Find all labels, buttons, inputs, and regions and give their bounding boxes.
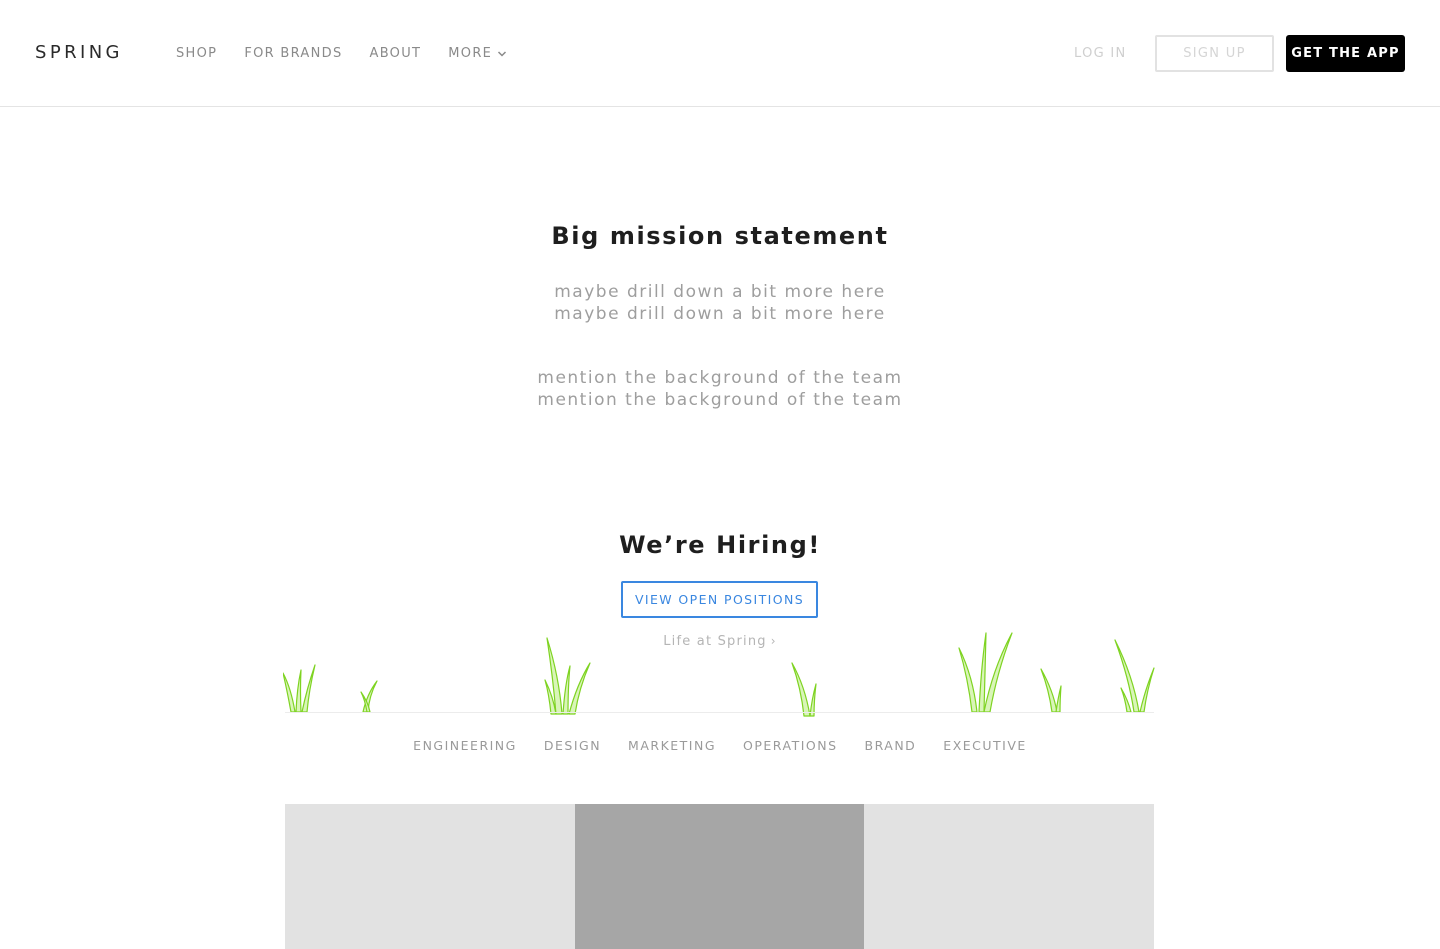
hiring-title: We’re Hiring! xyxy=(619,531,821,559)
nav-shop-label: SHOP xyxy=(176,46,218,61)
nav-for-brands[interactable]: FOR BRANDS xyxy=(244,46,342,61)
image-tile-placeholder xyxy=(285,804,575,949)
nav-more[interactable]: MORE xyxy=(448,46,507,61)
nav-more-label: MORE xyxy=(448,46,493,61)
view-open-positions-button[interactable]: VIEW OPEN POSITIONS xyxy=(621,581,818,618)
team-background-line: mention the background of the team xyxy=(537,368,903,388)
job-category-tabs: ENGINEERING DESIGN MARKETING OPERATIONS … xyxy=(0,738,1440,753)
mission-title: Big mission statement xyxy=(551,222,889,250)
main-nav: SHOP FOR BRANDS ABOUT MORE xyxy=(176,46,534,61)
grass-ground-divider xyxy=(285,712,1154,713)
logo[interactable]: SPRING xyxy=(35,42,123,63)
category-executive[interactable]: EXECUTIVE xyxy=(943,738,1027,753)
category-engineering[interactable]: ENGINEERING xyxy=(413,738,517,753)
nav-about-label: ABOUT xyxy=(369,46,422,61)
site-header: SPRING SHOP FOR BRANDS ABOUT MORE LOG IN… xyxy=(0,0,1440,107)
mission-detail: maybe drill down a bit more here maybe d… xyxy=(0,282,1440,325)
mission-detail-line: maybe drill down a bit more here xyxy=(554,282,886,302)
login-link[interactable]: LOG IN xyxy=(1074,46,1127,61)
grass-illustration xyxy=(283,632,1155,717)
category-design[interactable]: DESIGN xyxy=(544,738,601,753)
nav-for-brands-label: FOR BRANDS xyxy=(244,46,343,61)
image-tile-placeholder xyxy=(575,804,864,949)
nav-shop[interactable]: SHOP xyxy=(176,46,217,61)
chevron-down-icon xyxy=(497,49,507,59)
image-tile-placeholder xyxy=(864,804,1154,949)
team-background: mention the background of the team menti… xyxy=(0,368,1440,411)
category-marketing[interactable]: MARKETING xyxy=(628,738,716,753)
get-app-button[interactable]: GET THE APP xyxy=(1286,35,1405,72)
mission-detail-line: maybe drill down a bit more here xyxy=(554,303,886,324)
category-brand[interactable]: BRAND xyxy=(865,738,917,753)
image-tiles xyxy=(285,804,1154,949)
nav-about[interactable]: ABOUT xyxy=(370,46,422,61)
signup-button[interactable]: SIGN UP xyxy=(1155,35,1274,72)
team-background-line: mention the background of the team xyxy=(537,389,903,410)
category-operations[interactable]: OPERATIONS xyxy=(743,738,837,753)
